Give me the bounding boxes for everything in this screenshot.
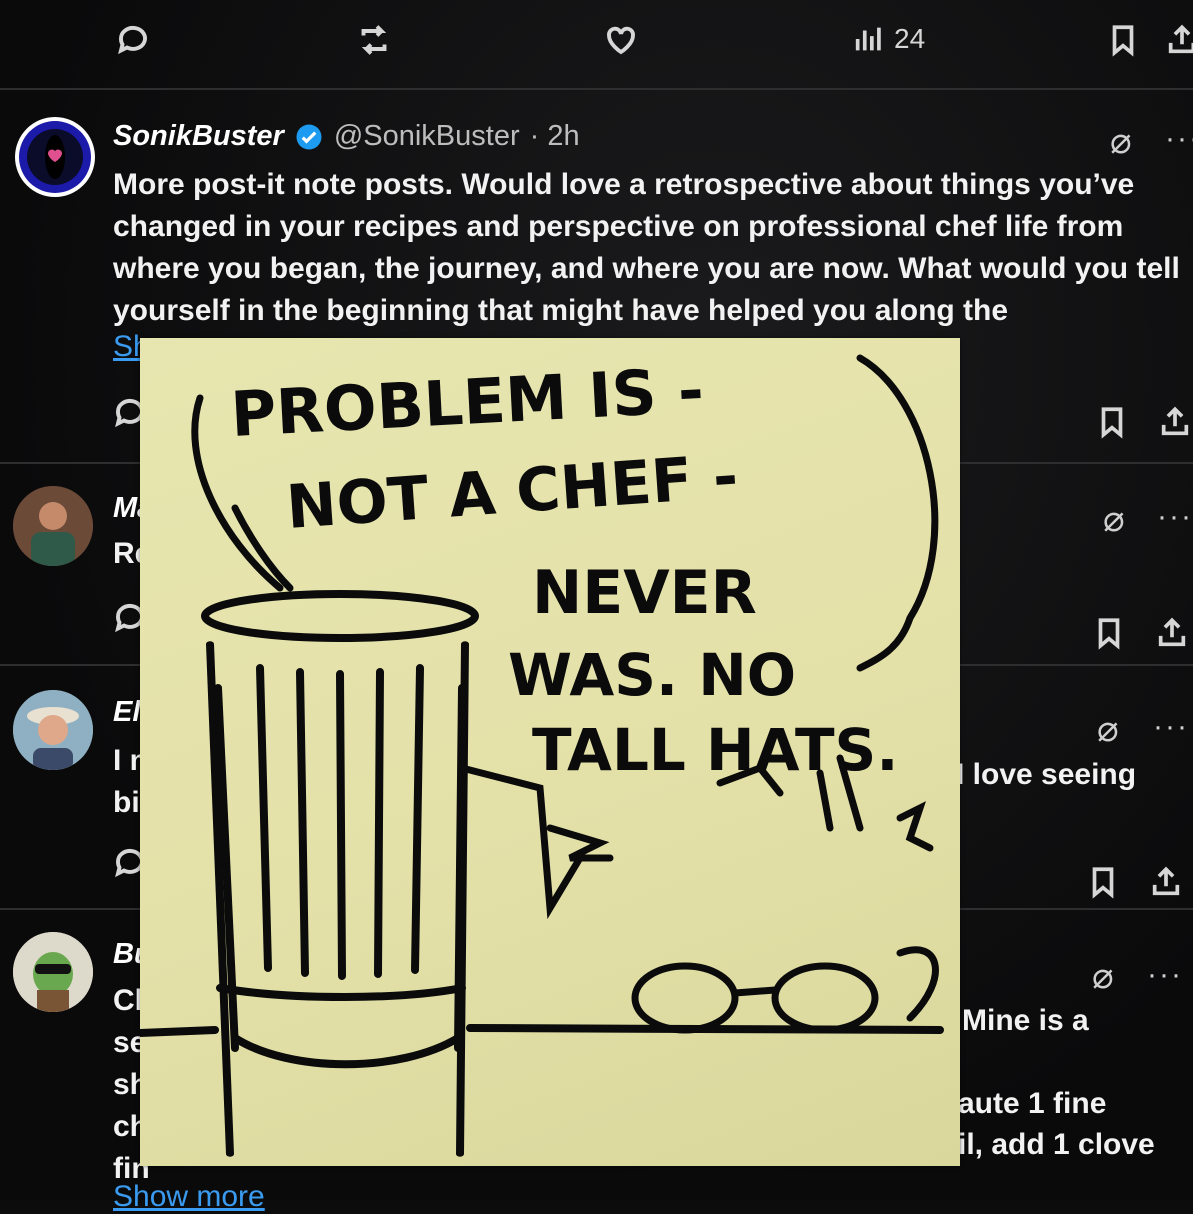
post-text-line: More post-it note posts. Would love a re… (113, 168, 1135, 201)
handle[interactable]: @SonikBuster (334, 120, 520, 153)
share-icon[interactable] (1165, 22, 1193, 58)
post-text-line: yourself in the beginning that might hav… (113, 294, 1009, 327)
avatar[interactable] (15, 117, 95, 197)
views-count: 24 (894, 23, 926, 54)
more-options-icon[interactable]: ··· (1153, 710, 1189, 744)
bookmark-icon[interactable] (1086, 864, 1120, 900)
post-text-line: changed in your recipes and perspective … (113, 210, 1124, 243)
views-icon (855, 27, 881, 51)
creature-drawing (458, 754, 939, 1034)
grok-icon[interactable]: ⌀ (1092, 955, 1114, 997)
bookmark-icon[interactable] (1106, 22, 1140, 58)
share-icon[interactable] (1149, 864, 1183, 900)
note-text-line: PROBLEM IS - (229, 353, 705, 451)
trash-can-drawing (140, 590, 479, 1157)
more-options-icon[interactable]: ··· (1147, 958, 1183, 992)
note-text-line: NEVER (532, 558, 757, 628)
share-icon[interactable] (1158, 404, 1192, 440)
verified-badge-icon (296, 124, 322, 149)
note-text-line: WAS. NO (508, 641, 796, 709)
grok-icon[interactable]: ⌀ (1097, 708, 1119, 750)
divider (0, 88, 1193, 90)
share-icon[interactable] (1155, 615, 1189, 651)
top-post-actions: 24 (0, 22, 1193, 62)
post-header: SonikBuster @SonikBuster · 2h (113, 120, 580, 153)
post-text-line: where you began, the journey, and where … (113, 252, 1180, 285)
reply-text-fragment: I love seeing (956, 758, 1137, 791)
note-text-line: NOT A CHEF - (284, 442, 740, 543)
post-text: More post-it note posts. Would love a re… (113, 164, 1188, 332)
x-feed-screen: 24 SonikBuster @SonikBuster · 2h ⌀ ·· Mo… (0, 0, 1193, 1213)
show-more-link[interactable]: Show more (113, 1180, 265, 1214)
cartoon-drawing: PROBLEM IS - NOT A CHEF - NEVER WAS. NO … (140, 353, 944, 1157)
bookmark-icon[interactable] (1092, 615, 1126, 651)
post-it-note: PROBLEM IS - NOT A CHEF - NEVER WAS. NO … (140, 338, 960, 1166)
reply-text-fragment: Mine is a (962, 1004, 1089, 1037)
grok-icon[interactable]: ⌀ (1103, 498, 1125, 540)
repost-icon[interactable] (356, 22, 392, 58)
timestamp[interactable]: · 2h (530, 120, 580, 153)
reply-icon[interactable] (115, 22, 151, 58)
reply-text-fragment: il, add 1 clove (958, 1128, 1155, 1161)
ground-line (466, 1024, 944, 1034)
bookmark-icon[interactable] (1095, 404, 1129, 440)
views-stat[interactable]: 24 (852, 22, 925, 56)
more-options-icon[interactable]: ··· (1157, 500, 1193, 534)
more-options-icon[interactable]: ··· (1165, 122, 1193, 156)
avatar[interactable] (13, 690, 93, 770)
avatar[interactable] (13, 932, 93, 1012)
grok-icon[interactable]: ⌀ (1110, 120, 1132, 162)
avatar[interactable] (13, 486, 93, 566)
like-icon[interactable] (603, 22, 639, 58)
display-name[interactable]: SonikBuster (113, 120, 284, 153)
reply-text-fragment: aute 1 fine (958, 1087, 1107, 1120)
speech-bubble (856, 354, 939, 672)
